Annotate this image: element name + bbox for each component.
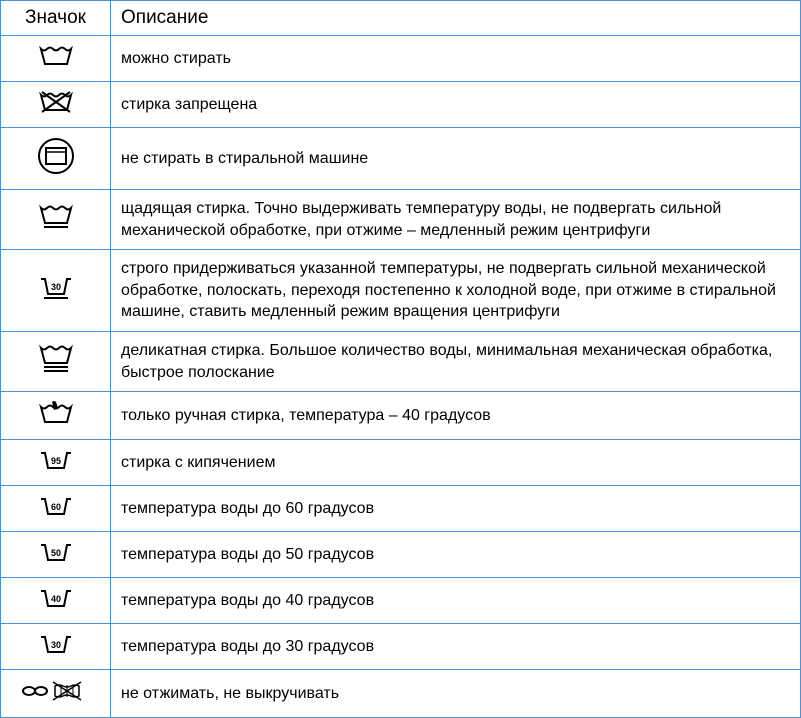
description-cell: строго придерживаться указанной температ… — [111, 250, 801, 332]
svg-text:30: 30 — [50, 282, 60, 292]
icon-cell: 30 — [1, 624, 111, 670]
wash-30-icon: 30 — [38, 632, 74, 656]
table-row: не стирать в стиральной машине — [1, 128, 801, 190]
icon-cell — [1, 392, 111, 440]
table-row: 60 температура воды до 60 градусов — [1, 486, 801, 532]
svg-text:40: 40 — [50, 594, 60, 604]
table-row: 30 температура воды до 30 градусов — [1, 624, 801, 670]
icon-cell: 30 — [1, 250, 111, 332]
no-wring-icon — [21, 678, 91, 704]
description-cell: температура воды до 40 градусов — [111, 578, 801, 624]
description-cell: можно стирать — [111, 36, 801, 82]
wash-30-bar-icon: 30 — [38, 274, 74, 302]
svg-text:95: 95 — [50, 456, 60, 466]
wash-icon — [38, 44, 74, 68]
wash-60-icon: 60 — [38, 494, 74, 518]
header-icon: Значок — [1, 1, 111, 36]
wash-95-icon: 95 — [38, 448, 74, 472]
description-cell: только ручная стирка, температура – 40 г… — [111, 392, 801, 440]
icon-cell — [1, 190, 111, 250]
description-cell: температура воды до 30 градусов — [111, 624, 801, 670]
description-cell: не стирать в стиральной машине — [111, 128, 801, 190]
icon-cell: 50 — [1, 532, 111, 578]
wash-40-icon: 40 — [38, 586, 74, 610]
table-row: можно стирать — [1, 36, 801, 82]
svg-text:50: 50 — [50, 548, 60, 558]
svg-text:30: 30 — [50, 640, 60, 650]
table-row: 95 стирка с кипячением — [1, 440, 801, 486]
icon-cell — [1, 331, 111, 391]
description-cell: щадящая стирка. Точно выдерживать темпер… — [111, 190, 801, 250]
icon-cell: 40 — [1, 578, 111, 624]
table-row: не отжимать, не выкручивать — [1, 670, 801, 718]
hand-wash-icon — [38, 400, 74, 426]
description-cell: стирка с кипячением — [111, 440, 801, 486]
delicate-wash-icon — [38, 343, 74, 375]
table-row: только ручная стирка, температура – 40 г… — [1, 392, 801, 440]
icon-cell — [1, 670, 111, 718]
no-machine-wash-icon — [36, 136, 76, 176]
table-row: 30 строго придерживаться указанной темпе… — [1, 250, 801, 332]
icon-cell — [1, 36, 111, 82]
table-row: 50 температура воды до 50 градусов — [1, 532, 801, 578]
svg-text:60: 60 — [50, 502, 60, 512]
no-wash-icon — [38, 90, 74, 114]
laundry-symbols-table: Значок Описание можно стирать — [0, 0, 801, 718]
table-row: 40 температура воды до 40 градусов — [1, 578, 801, 624]
table-row: деликатная стирка. Большое количество во… — [1, 331, 801, 391]
table-row: щадящая стирка. Точно выдерживать темпер… — [1, 190, 801, 250]
gentle-wash-icon — [38, 203, 74, 231]
description-cell: температура воды до 50 градусов — [111, 532, 801, 578]
table-row: стирка запрещена — [1, 82, 801, 128]
icon-cell — [1, 82, 111, 128]
description-cell: стирка запрещена — [111, 82, 801, 128]
icon-cell: 60 — [1, 486, 111, 532]
description-cell: не отжимать, не выкручивать — [111, 670, 801, 718]
description-cell: деликатная стирка. Большое количество во… — [111, 331, 801, 391]
wash-50-icon: 50 — [38, 540, 74, 564]
description-cell: температура воды до 60 градусов — [111, 486, 801, 532]
icon-cell — [1, 128, 111, 190]
header-description: Описание — [111, 1, 801, 36]
icon-cell: 95 — [1, 440, 111, 486]
